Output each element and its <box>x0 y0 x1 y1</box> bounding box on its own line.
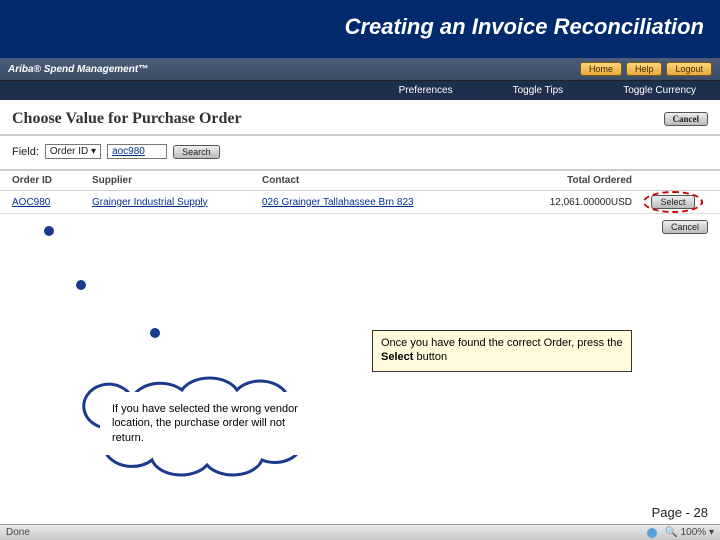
callout-cloud: If you have selected the wrong vendor lo… <box>100 392 330 455</box>
search-input[interactable]: aoc980 <box>107 144 167 159</box>
home-button[interactable]: Home <box>580 62 622 76</box>
app-brand: Ariba® Spend Management™ <box>8 64 148 75</box>
internet-icon <box>647 528 657 538</box>
field-label: Field: <box>12 146 39 158</box>
app-header: Ariba® Spend Management™ Home Help Logou… <box>0 58 720 81</box>
nav-buttons: Home Help Logout <box>580 62 712 76</box>
cell-order-id[interactable]: AOC980 <box>12 197 92 208</box>
logout-button[interactable]: Logout <box>666 62 712 76</box>
menu-strip: Preferences Toggle Tips Toggle Currency <box>0 81 720 100</box>
callout-select: Once you have found the correct Order, p… <box>372 330 632 372</box>
col-contact: Contact <box>262 175 482 186</box>
cell-total: 12,061.00000USD <box>482 197 638 208</box>
menu-toggle-tips[interactable]: Toggle Tips <box>513 85 564 96</box>
cancel-button-bottom[interactable]: Cancel <box>662 220 708 234</box>
panel-heading: Choose Value for Purchase Order <box>12 110 242 128</box>
page-footer: Page - 28 <box>652 505 708 520</box>
menu-preferences[interactable]: Preferences <box>399 85 453 96</box>
trail-dot <box>44 226 54 236</box>
panel-heading-row: Choose Value for Purchase Order Cancel <box>0 100 720 136</box>
cancel-button-top[interactable]: Cancel <box>664 112 709 126</box>
slide-title: Creating an Invoice Reconciliation <box>0 0 720 58</box>
search-row: Field: Order ID ▾ aoc980 Search <box>0 136 720 169</box>
search-button[interactable]: Search <box>173 145 220 159</box>
menu-toggle-currency[interactable]: Toggle Currency <box>623 85 696 96</box>
table-row: AOC980 Grainger Industrial Supply 026 Gr… <box>0 191 720 214</box>
col-supplier: Supplier <box>92 175 262 186</box>
trail-dot <box>76 280 86 290</box>
select-button[interactable]: Select <box>651 195 694 209</box>
bottom-actions: Cancel <box>0 214 720 244</box>
help-button[interactable]: Help <box>626 62 663 76</box>
zoom-indicator: 🔍 100% ▾ <box>665 527 714 538</box>
cell-contact[interactable]: 026 Grainger Tallahassee Brn 823 <box>262 197 482 208</box>
col-total: Total Ordered <box>482 175 638 186</box>
browser-status-bar: Done 🔍 100% ▾ <box>0 524 720 540</box>
table-header: Order ID Supplier Contact Total Ordered <box>0 169 720 191</box>
trail-dot <box>150 328 160 338</box>
cell-supplier[interactable]: Grainger Industrial Supply <box>92 197 262 208</box>
field-select[interactable]: Order ID ▾ <box>45 144 101 159</box>
col-order-id: Order ID <box>12 175 92 186</box>
status-left: Done <box>6 527 30 538</box>
